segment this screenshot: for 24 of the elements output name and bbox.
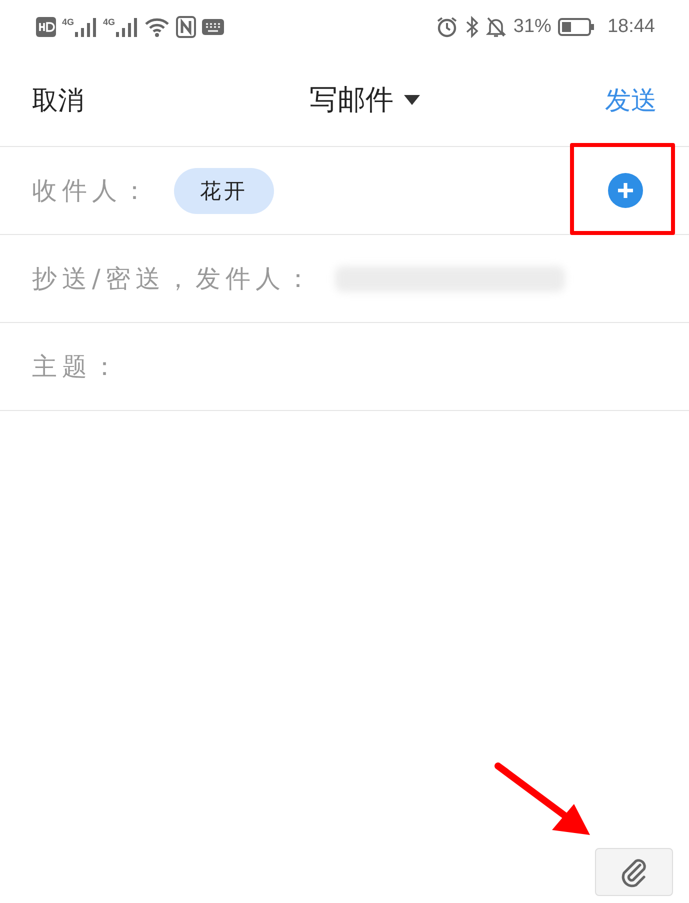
- signal-icon: [116, 17, 138, 37]
- nfc-icon: [176, 16, 196, 38]
- compose-title-dropdown[interactable]: 写邮件: [310, 81, 420, 119]
- network-type-label: 4G: [103, 17, 116, 27]
- field-label: 抄送/密送，发件人：: [32, 263, 316, 295]
- network-type-label: 4G: [62, 17, 74, 27]
- bluetooth-icon: [465, 16, 480, 38]
- muted-bell-icon: [486, 16, 506, 38]
- add-recipient-button[interactable]: [608, 173, 643, 208]
- alarm-icon: [436, 16, 458, 38]
- cancel-button[interactable]: 取消: [32, 82, 84, 118]
- plus-icon: [617, 182, 634, 199]
- battery-icon: [558, 18, 594, 36]
- attach-button[interactable]: [595, 848, 673, 896]
- signal-icon: [75, 17, 98, 37]
- clock-time: 18:44: [607, 16, 655, 38]
- keyboard-icon: [202, 19, 224, 35]
- recipient-chip[interactable]: 花开: [174, 168, 274, 214]
- wifi-icon: [144, 17, 170, 37]
- field-label: 收件人：: [32, 175, 152, 207]
- battery-percent: 31%: [513, 16, 552, 38]
- field-label: 主题：: [32, 351, 122, 383]
- hd-icon: [36, 17, 56, 37]
- caret-icon: [404, 95, 420, 105]
